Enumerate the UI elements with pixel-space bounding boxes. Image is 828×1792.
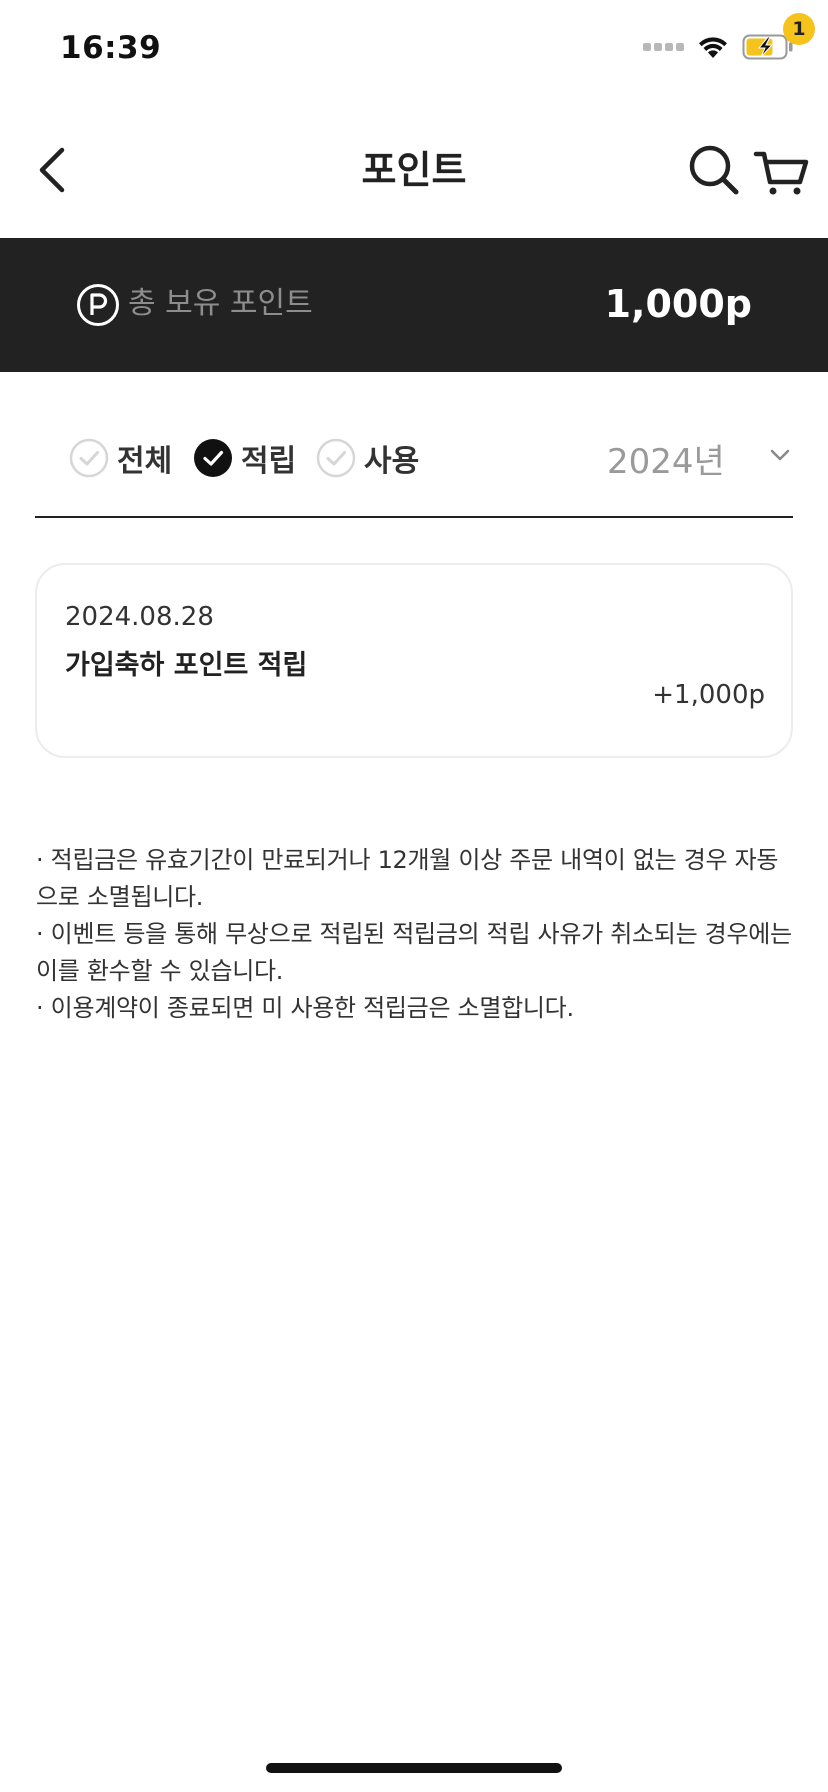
point-history-card: 2024.08.28 가입축하 포인트 적립 +1,000p [35,563,793,758]
history-date: 2024.08.28 [65,602,214,632]
unchecked-circle-icon [69,438,109,478]
cart-button[interactable] [752,140,812,200]
status-time: 16:39 [60,30,162,66]
cart-count-badge: 1 [783,13,815,45]
filter-all[interactable]: 전체 [69,436,172,480]
unchecked-circle-icon [316,438,356,478]
notice-item: · 이용계약이 종료되면 미 사용한 적립금은 소멸합니다. [36,994,574,1022]
total-points-label: 총 보유 포인트 [128,286,313,321]
filter-use[interactable]: 사용 [316,436,419,480]
points-p-icon [77,284,119,326]
home-indicator[interactable] [266,1763,562,1773]
filter-row: 전체 적립 사용 2024년 [35,420,793,518]
wifi-icon [696,34,730,60]
filter-earn-label: 적립 [241,444,297,479]
status-bar: 16:39 [0,0,828,100]
total-points-banner: 총 보유 포인트 1,000p [0,238,828,372]
filter-earn[interactable]: 적립 [193,436,296,480]
history-amount: +1,000p [652,680,765,710]
notice-item: · 이벤트 등을 통해 무상으로 적립된 적립금의 적립 사유가 취소되는 경우… [36,920,792,985]
signal-icon [643,43,684,51]
app-header: 포인트 [0,120,828,220]
checked-circle-icon [194,439,232,477]
points-notice: · 적립금은 유효기간이 만료되거나 12개월 이상 주문 내역이 없는 경우 … [36,842,796,1027]
year-select-value: 2024년 [607,441,725,482]
search-icon [689,145,739,195]
status-icons [643,34,794,60]
history-title: 가입축하 포인트 적립 [65,650,308,681]
search-button[interactable] [686,142,742,198]
year-select[interactable]: 2024년 [607,432,793,484]
cart-icon [753,151,809,195]
filter-use-label: 사용 [364,444,420,479]
notice-item: · 적립금은 유효기간이 만료되거나 12개월 이상 주문 내역이 없는 경우 … [36,846,779,911]
total-points-value: 1,000p [604,282,752,326]
filter-all-label: 전체 [117,444,173,479]
chevron-down-icon [770,449,790,461]
